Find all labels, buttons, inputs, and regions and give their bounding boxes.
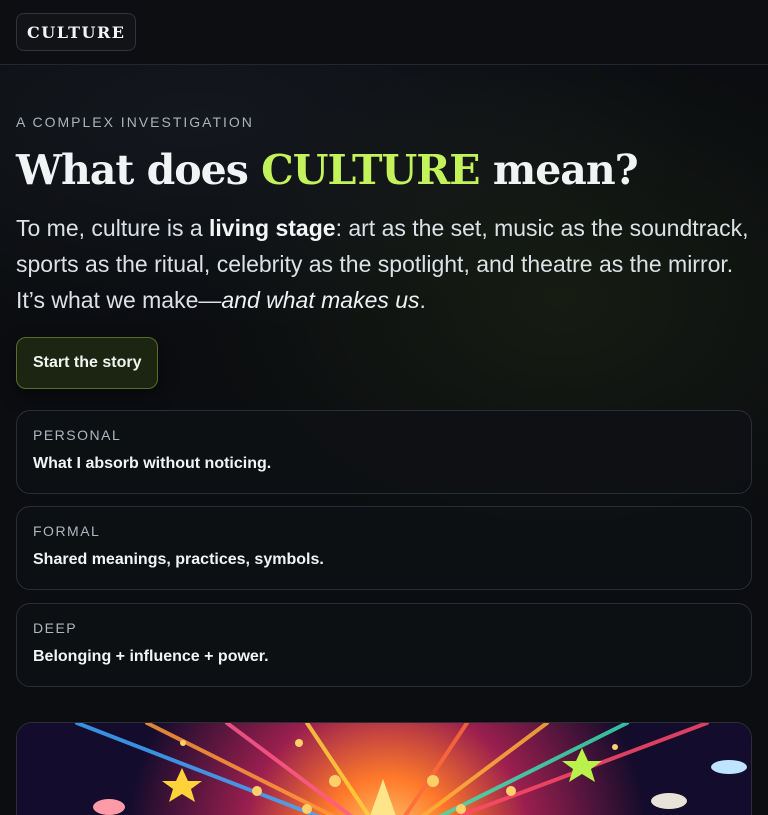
lead-text-end: . <box>419 287 426 313</box>
title-suffix: mean? <box>479 146 639 194</box>
lead-italic-text: and what makes us <box>221 287 420 313</box>
eyebrow-label: A COMPLEX INVESTIGATION <box>16 114 254 130</box>
page-title: What does CULTURE mean? <box>16 144 752 196</box>
definition-card-personal: PERSONAL What I absorb without noticing. <box>16 410 752 494</box>
title-accent-word: CULTURE <box>261 146 480 194</box>
lead-bold-text: living stage <box>209 215 336 241</box>
top-bar: CULTURE <box>0 0 768 65</box>
lead-text-1: To me, culture is a <box>16 215 210 241</box>
definition-card-formal: FORMAL Shared meanings, practices, symbo… <box>16 506 752 590</box>
card-label: PERSONAL <box>33 427 122 443</box>
start-story-button[interactable]: Start the story <box>16 337 159 389</box>
page: CULTURE A COMPLEX INVESTIGATION What doe… <box>0 0 768 815</box>
title-prefix: What does <box>16 146 262 194</box>
card-text: What I absorb without noticing. <box>33 455 272 472</box>
brand-logo[interactable]: CULTURE <box>16 13 137 51</box>
lead-paragraph: To me, culture is a living stage: art as… <box>16 210 752 318</box>
hero-illustration <box>16 722 752 815</box>
card-label: FORMAL <box>33 523 101 539</box>
card-label: DEEP <box>33 620 78 636</box>
illustration-starburst-image <box>17 723 751 815</box>
card-text: Belonging + influence + power. <box>33 648 269 665</box>
hero-section: A COMPLEX INVESTIGATION What does CULTUR… <box>16 114 752 318</box>
definition-card-deep: DEEP Belonging + influence + power. <box>16 603 752 687</box>
card-text: Shared meanings, practices, symbols. <box>33 551 324 568</box>
